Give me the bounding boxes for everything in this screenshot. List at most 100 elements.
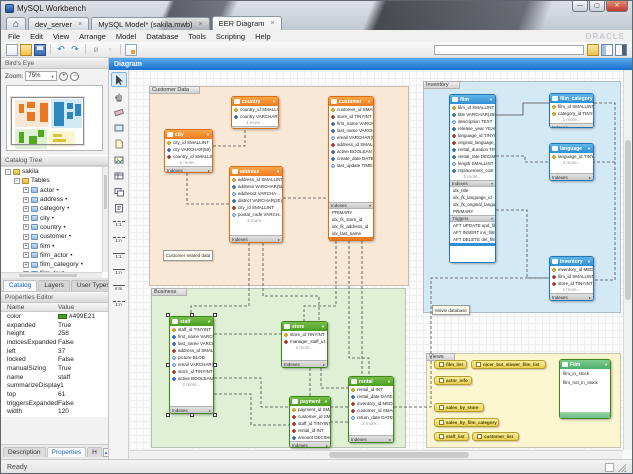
tree-item-category[interactable]: +category • (1, 204, 108, 213)
table-header[interactable]: store▼ (282, 322, 327, 331)
birds-eye-minimap[interactable] (6, 85, 103, 151)
menu-file[interactable]: File (8, 32, 20, 41)
table-staff[interactable]: staff▼staff_id TINYINTfirst_name VARCH..… (169, 316, 214, 414)
collapse-arrow-icon[interactable]: ▼ (207, 319, 211, 324)
section-header-triggers[interactable]: Triggers▾ (450, 215, 495, 222)
home-tab[interactable]: ⌂ (6, 17, 26, 30)
tab-dev-server[interactable]: dev_server× (28, 17, 89, 30)
selection-handle[interactable] (166, 413, 170, 417)
expander-icon[interactable]: + (23, 234, 29, 240)
toggle-left-sidebar-icon[interactable] (601, 44, 613, 56)
diagram-canvas[interactable]: Customer DataInventoryBusinessViewscount… (129, 70, 623, 450)
routine-group-film[interactable]: Film▼film_in_stockfilm_not_in_stock (559, 359, 611, 419)
table-footer-indexes[interactable]: Indexes▸ (290, 441, 330, 447)
menu-arrange[interactable]: Arrange (79, 32, 106, 41)
zoom-select[interactable]: 75%▼ (25, 71, 57, 81)
menu-scripting[interactable]: Scripting (216, 32, 245, 41)
collapse-arrow-icon[interactable]: ▼ (604, 362, 608, 367)
tab-eer-diagram[interactable]: EER Diagram× (212, 16, 282, 30)
section-header-indexes[interactable]: Indexes▾ (450, 180, 495, 187)
resize-grip[interactable] (617, 463, 626, 472)
table-footer-indexes[interactable]: Indexes▸ (349, 435, 393, 442)
collapse-arrow-icon[interactable]: ▼ (324, 399, 328, 404)
hand-tool[interactable] (111, 88, 127, 103)
selection-handle[interactable] (213, 313, 217, 317)
tree-horizontal-scrollbar[interactable] (1, 272, 102, 278)
image-tool[interactable] (111, 152, 127, 167)
expander-icon[interactable]: + (23, 243, 29, 249)
menu-view[interactable]: View (53, 32, 69, 41)
routine-group-header[interactable]: Film▼ (560, 360, 610, 369)
menu-model[interactable]: Model (116, 32, 136, 41)
close-icon[interactable]: × (271, 20, 275, 27)
table-footer-indexes[interactable]: Indexes▸ (170, 406, 213, 413)
tree-item-city[interactable]: +city • (1, 213, 108, 222)
expander-icon[interactable]: + (23, 215, 29, 221)
close-button[interactable]: ✕ (606, 1, 628, 12)
routine-group-tool[interactable] (111, 200, 127, 215)
collapse-arrow-icon[interactable]: ▼ (321, 324, 325, 329)
view-customer_list[interactable]: customer_list (472, 432, 519, 441)
table-header[interactable]: payment▼ (290, 397, 330, 406)
table-header[interactable]: staff▼ (170, 317, 213, 326)
view-film_list[interactable]: film_list (434, 360, 467, 369)
tree-item-address[interactable]: +address • (1, 195, 108, 204)
table-header[interactable]: rental▼ (349, 377, 393, 386)
section-header-indexes[interactable]: Indexes▾ (329, 202, 373, 209)
table-header[interactable]: language▼ (550, 144, 593, 153)
menu-edit[interactable]: Edit (30, 32, 43, 41)
table-payment[interactable]: payment▼payment_id SMA...customer_id SM.… (289, 396, 331, 448)
tree-item-customer[interactable]: +customer • (1, 232, 108, 241)
search-input[interactable] (434, 45, 584, 55)
page-setup-icon[interactable]: ▫ (104, 44, 116, 56)
tree-item-country[interactable]: +country • (1, 223, 108, 232)
note-tool[interactable] (111, 136, 127, 151)
sidebar-tab-user-types[interactable]: User Types (71, 280, 109, 291)
view-tool[interactable] (111, 184, 127, 199)
sidebar-tab-layers[interactable]: Layers (38, 280, 70, 291)
zoom-out-icon[interactable]: − (70, 72, 79, 81)
table-footer-indexes[interactable]: Indexes▸ (550, 123, 593, 127)
expander-icon[interactable]: + (23, 262, 29, 268)
collapse-arrow-icon[interactable]: ▼ (387, 379, 391, 384)
open-model-icon[interactable] (20, 44, 32, 56)
collapse-arrow-icon[interactable]: ▼ (272, 99, 276, 104)
property-row-expanded[interactable]: expandedTrue (1, 321, 108, 330)
movie-note[interactable]: Movie database (432, 305, 470, 315)
table-footer-indexes[interactable]: Indexes▸ (550, 293, 593, 300)
tree-item-tables[interactable]: -Tables (1, 176, 108, 185)
expander-icon[interactable]: - (14, 178, 20, 184)
table-header[interactable]: customer▼ (329, 97, 373, 106)
property-row-name[interactable]: namestaff (1, 373, 108, 382)
table-inventory[interactable]: inventory▼inventory_id MEDI...film_id SM… (549, 256, 594, 301)
view-actor_info[interactable]: actor_info (434, 376, 472, 385)
expander-icon[interactable]: + (23, 206, 29, 212)
tree-vertical-scrollbar[interactable] (102, 167, 108, 272)
table-header[interactable]: film▼ (450, 95, 495, 104)
table-footer-indexes[interactable]: Indexes▸ (282, 360, 327, 367)
property-row-height[interactable]: height258 (1, 329, 108, 338)
table-rental[interactable]: rental▼rental_id INTrental_date DATE...i… (348, 376, 394, 443)
menu-help[interactable]: Help (255, 32, 270, 41)
table-footer-indexes[interactable]: Indexes▸ (165, 166, 212, 172)
sidebar-tab-catalog[interactable]: Catalog (3, 280, 37, 291)
bottom-tab-description[interactable]: Description (3, 447, 46, 457)
rel-1n-nonidentifying-tool[interactable]: 1:n (111, 232, 127, 247)
rel-1n-identifying-tool[interactable]: 1:n (111, 264, 127, 279)
expander-icon[interactable]: + (23, 187, 29, 193)
table-store[interactable]: store▼store_id TINYINTmanager_staff_id .… (281, 321, 328, 368)
tree-item-film_category[interactable]: +film_category • (1, 260, 108, 269)
selection-handle[interactable] (213, 413, 217, 417)
collapse-arrow-icon[interactable]: ▼ (587, 146, 591, 151)
selection-handle[interactable] (213, 363, 217, 367)
rel-nm-identifying-tool[interactable]: n:m (111, 280, 127, 295)
zoom-in-icon[interactable]: + (59, 72, 68, 81)
view-staff_list[interactable]: staff_list (434, 432, 469, 441)
rel-11-identifying-tool[interactable]: 1:1 (111, 248, 127, 263)
wand-icon[interactable] (587, 44, 599, 56)
property-row-summarizeDisplay[interactable]: summarizeDisplay-1 (1, 382, 108, 391)
maximize-button[interactable]: ▢ (589, 1, 605, 12)
close-icon[interactable]: × (199, 21, 203, 28)
cursor-tool[interactable] (111, 72, 127, 87)
collapse-arrow-icon[interactable]: ▼ (489, 97, 493, 102)
